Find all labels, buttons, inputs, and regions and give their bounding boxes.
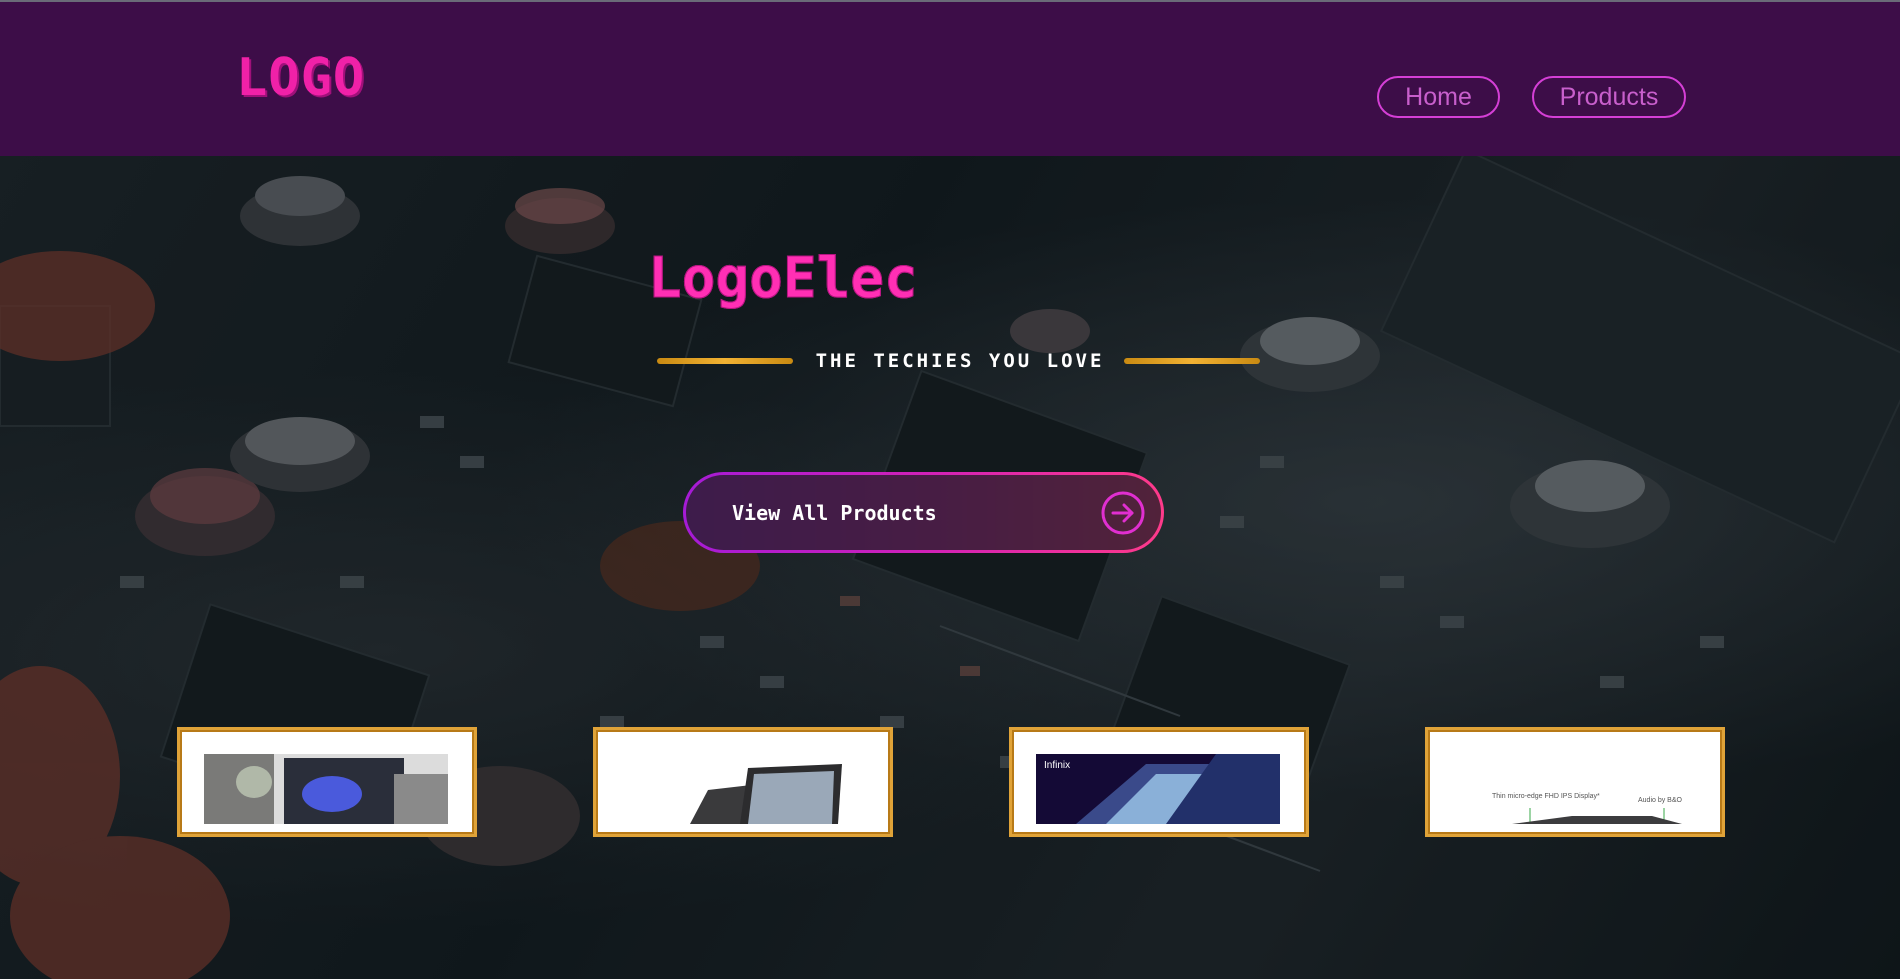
- cta-label: View All Products: [732, 501, 937, 525]
- infinix-brand-text: Infinix: [1044, 760, 1070, 771]
- tagline-divider-right: [1124, 358, 1260, 364]
- view-all-products-button[interactable]: View All Products: [683, 472, 1164, 553]
- infinix-laptop-photo: Infinix: [1036, 754, 1280, 824]
- product-card[interactable]: [593, 727, 893, 837]
- cta-inner: View All Products: [686, 475, 1161, 550]
- nav-products-button[interactable]: Products: [1532, 76, 1686, 118]
- logo-text: LOGO: [236, 48, 366, 108]
- site-header: LOGO Home Products: [0, 0, 1900, 156]
- tagline-row: THE TECHIES YOU LOVE: [657, 346, 1261, 376]
- product-card[interactable]: Infinix: [1009, 727, 1309, 837]
- spec-display-text: Thin micro-edge FHD IPS Display*: [1492, 793, 1600, 800]
- site-logo[interactable]: LOGO: [236, 50, 380, 106]
- nav-home-button[interactable]: Home: [1377, 76, 1500, 118]
- hero-tagline: THE TECHIES YOU LOVE: [815, 350, 1105, 372]
- laptop-desk-photo: [204, 754, 448, 824]
- spec-audio-text: Audio by B&O: [1638, 797, 1683, 804]
- laptops-photo: [620, 754, 864, 824]
- arrow-right-circle-icon: [1101, 491, 1145, 535]
- hero-brand-title: LogoElec: [648, 244, 1048, 314]
- laptop-spec-photo: Thin micro-edge FHD IPS Display* Audio b…: [1452, 754, 1696, 824]
- product-card[interactable]: Thin micro-edge FHD IPS Display* Audio b…: [1425, 727, 1725, 837]
- tagline-divider-left: [657, 358, 793, 364]
- product-card[interactable]: [177, 727, 477, 837]
- hero-section: LogoElec THE TECHIES YOU LOVE View All P…: [0, 156, 1900, 979]
